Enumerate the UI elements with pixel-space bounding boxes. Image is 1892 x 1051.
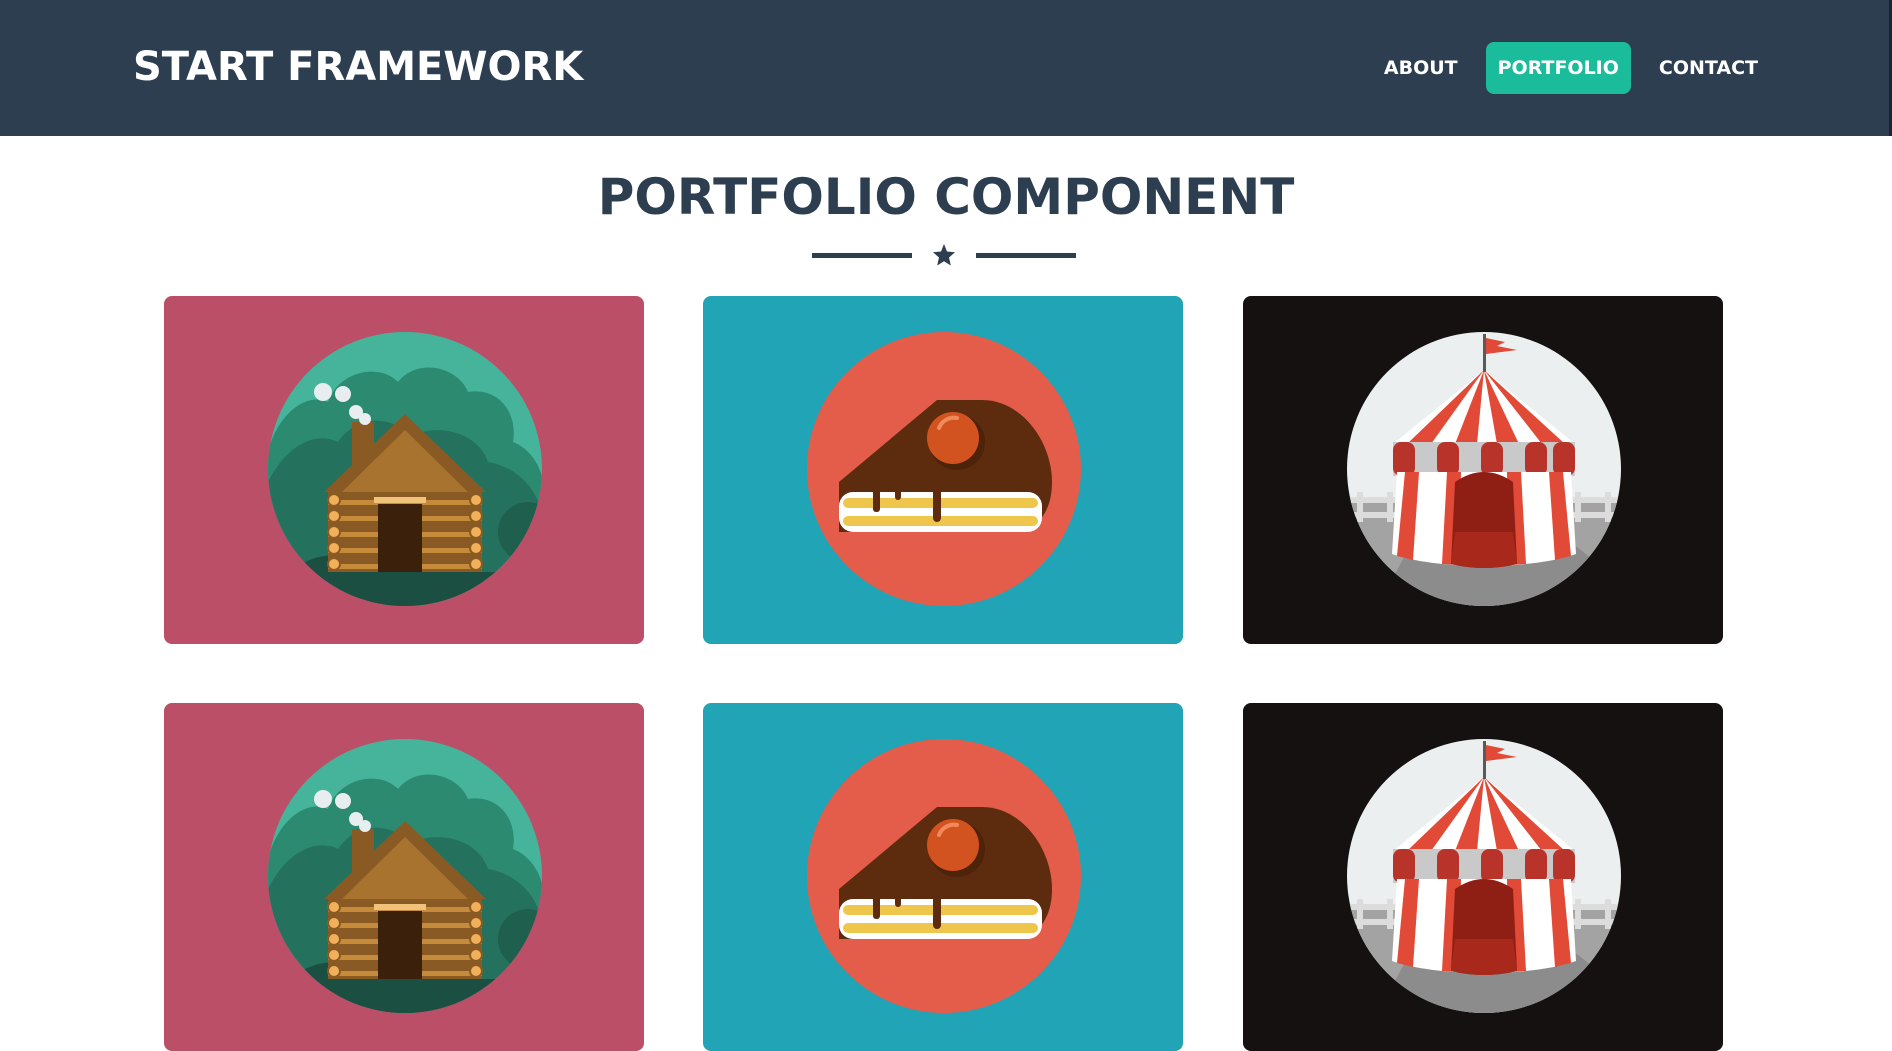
portfolio-item-cake[interactable] <box>703 296 1183 644</box>
portfolio-item-cake[interactable] <box>703 703 1183 1051</box>
divider-line-right <box>976 253 1076 258</box>
circus-tent-icon <box>1347 739 1621 1013</box>
cake-icon <box>807 332 1081 606</box>
cake-icon <box>807 739 1081 1013</box>
portfolio-item-cabin[interactable] <box>164 296 644 644</box>
nav-menu: ABOUT PORTFOLIO CONTACT <box>1372 42 1770 94</box>
brand-logo[interactable]: START FRAMEWORK <box>133 44 583 90</box>
nav-link-contact[interactable]: CONTACT <box>1647 42 1770 94</box>
cabin-icon <box>268 332 542 606</box>
star-icon <box>933 244 955 266</box>
title-divider <box>812 243 1076 267</box>
cabin-icon <box>268 739 542 1013</box>
portfolio-item-circus-tent[interactable] <box>1243 296 1723 644</box>
circus-tent-icon <box>1347 332 1621 606</box>
navbar: START FRAMEWORK ABOUT PORTFOLIO CONTACT <box>0 0 1892 136</box>
nav-link-portfolio[interactable]: PORTFOLIO <box>1485 42 1631 94</box>
page-title: PORTFOLIO COMPONENT <box>597 168 1295 226</box>
nav-link-about[interactable]: ABOUT <box>1372 42 1470 94</box>
divider-line-left <box>812 253 912 258</box>
portfolio-item-cabin[interactable] <box>164 703 644 1051</box>
portfolio-item-circus-tent[interactable] <box>1243 703 1723 1051</box>
